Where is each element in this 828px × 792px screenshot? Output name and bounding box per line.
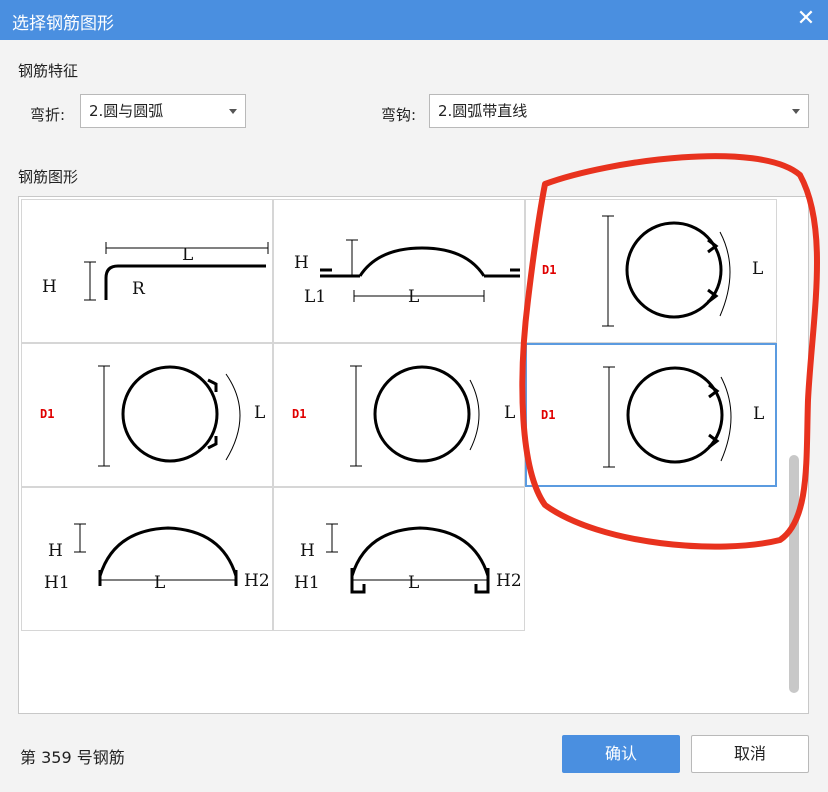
bend-select-value: 2.圆与圆弧 bbox=[89, 102, 164, 120]
shape-cell-bend-hook[interactable]: H L R bbox=[21, 199, 273, 343]
shape-bend-hook-drawing: H L R bbox=[42, 242, 269, 301]
confirm-button[interactable]: 确认 bbox=[562, 735, 680, 773]
chevron-down-icon bbox=[792, 109, 800, 114]
shape-cell-arc-hump[interactable]: H L1 L bbox=[273, 199, 525, 343]
label-l: L bbox=[753, 404, 764, 424]
shape-cell-circle-hooks-top[interactable]: D1 L bbox=[525, 199, 777, 343]
hook-label: 弯钩: bbox=[381, 106, 417, 124]
shape-grid: H L R H L1 L D1 L D1 L D1 L D1 L H H1 L … bbox=[18, 196, 809, 714]
label-l: L bbox=[408, 573, 419, 593]
shapes-section-label: 钢筋图形 bbox=[18, 168, 79, 186]
label-h: H bbox=[294, 253, 309, 273]
shape-arc-hump-drawing: H L1 L bbox=[294, 239, 520, 307]
chevron-down-icon bbox=[229, 109, 237, 114]
shape-arch-straight-drawing: H H1 L H2 bbox=[44, 523, 270, 593]
label-l: L bbox=[408, 287, 419, 307]
bend-label: 弯折: bbox=[30, 106, 66, 124]
cancel-button[interactable]: 取消 bbox=[691, 735, 809, 773]
label-l: L bbox=[182, 245, 193, 265]
label-h1: H1 bbox=[294, 573, 320, 593]
label-h: H bbox=[42, 277, 57, 297]
shape-cell-arch-hooked[interactable]: H H1 L H2 bbox=[273, 487, 525, 631]
shape-cell-arch-straight[interactable]: H H1 L H2 bbox=[21, 487, 273, 631]
close-icon[interactable]: ✕ bbox=[794, 6, 818, 32]
label-l: L bbox=[752, 259, 763, 279]
shape-circle-hooks-selected-drawing: D1 L bbox=[541, 366, 764, 468]
label-r: R bbox=[132, 279, 146, 299]
shape-cell-circle-hooks-selected[interactable]: D1 L bbox=[525, 343, 777, 487]
label-l: L bbox=[154, 573, 165, 593]
label-d1: D1 bbox=[40, 407, 54, 421]
hook-select[interactable]: 2.圆弧带直线 bbox=[429, 94, 809, 128]
label-d1: D1 bbox=[292, 407, 306, 421]
label-l: L bbox=[504, 403, 515, 423]
label-l1: L1 bbox=[304, 287, 326, 307]
label-h2: H2 bbox=[244, 571, 270, 591]
label-d1: D1 bbox=[542, 263, 556, 277]
shape-circle-plain-drawing: D1 L bbox=[292, 365, 515, 467]
grid-scrollbar[interactable] bbox=[789, 455, 799, 693]
label-h1: H1 bbox=[44, 573, 70, 593]
label-h: H bbox=[48, 541, 63, 561]
title-bar: 选择钢筋图形 ✕ bbox=[0, 0, 828, 40]
status-text: 第 359 号钢筋 bbox=[20, 748, 125, 767]
shape-arch-hooked-drawing: H H1 L H2 bbox=[294, 523, 522, 594]
label-h: H bbox=[300, 541, 315, 561]
label-l: L bbox=[254, 403, 265, 423]
hook-select-value: 2.圆弧带直线 bbox=[438, 102, 528, 120]
shape-circle-hooks-left-drawing: D1 L bbox=[40, 365, 265, 467]
dialog-title: 选择钢筋图形 bbox=[12, 14, 114, 34]
shape-circle-hooks-top-drawing: D1 L bbox=[542, 215, 763, 327]
shape-cell-circle-hooks-left[interactable]: D1 L bbox=[21, 343, 273, 487]
shape-cell-circle-plain[interactable]: D1 L bbox=[273, 343, 525, 487]
label-h2: H2 bbox=[496, 571, 522, 591]
bend-select[interactable]: 2.圆与圆弧 bbox=[80, 94, 246, 128]
label-d1: D1 bbox=[541, 408, 555, 422]
features-section-label: 钢筋特征 bbox=[18, 62, 79, 80]
